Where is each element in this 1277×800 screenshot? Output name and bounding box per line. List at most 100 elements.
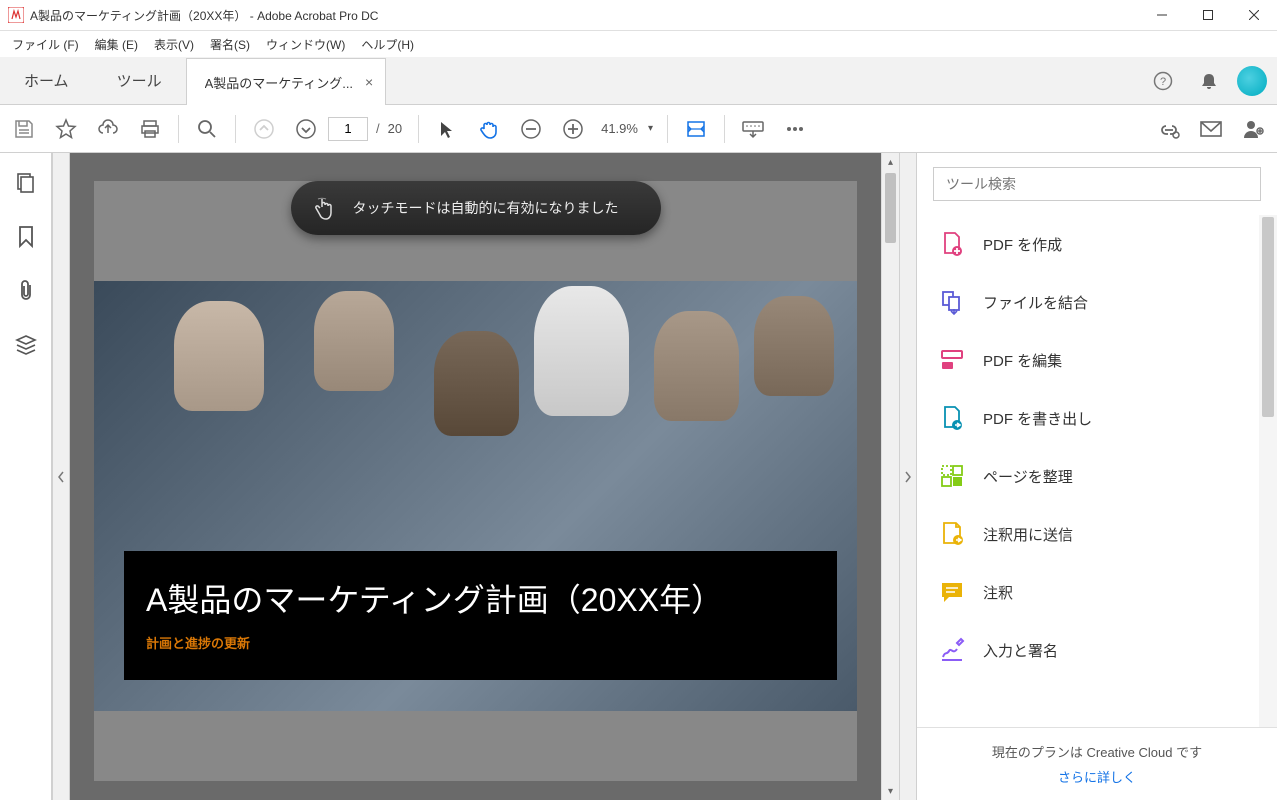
attachment-icon[interactable] (8, 273, 44, 309)
print-icon[interactable] (130, 109, 170, 149)
layers-icon[interactable] (8, 327, 44, 363)
toast-notification: タッチモードは自動的に有効になりました (291, 181, 661, 235)
tool-combine[interactable]: ファイルを結合 (917, 273, 1259, 331)
comment-icon (939, 579, 965, 605)
tool-label: 入力と署名 (983, 640, 1058, 661)
menu-view[interactable]: 表示(V) (146, 33, 202, 56)
page-number-input[interactable] (328, 117, 368, 141)
keyboard-icon[interactable] (733, 109, 773, 149)
tool-label: 注釈 (983, 582, 1013, 603)
zoom-out-icon[interactable] (511, 109, 551, 149)
window-title: A製品のマーケティング計画（20XX年） - Adobe Acrobat Pro… (30, 7, 1139, 24)
vertical-scrollbar[interactable]: ▴ ▾ (881, 153, 899, 800)
avatar[interactable] (1237, 66, 1267, 96)
export-pdf-icon (939, 405, 965, 431)
tool-fill-sign[interactable]: 入力と署名 (917, 621, 1259, 679)
page-total: 20 (388, 121, 402, 136)
close-button[interactable] (1231, 0, 1277, 31)
star-icon[interactable] (46, 109, 86, 149)
tab-document-label: A製品のマーケティング... (205, 73, 353, 92)
menu-help[interactable]: ヘルプ(H) (353, 33, 422, 56)
footer-text: 現在のプランは Creative Cloud です (927, 742, 1267, 761)
tab-document[interactable]: A製品のマーケティング... × (186, 58, 387, 105)
toolbar: / 20 41.9% ▾ (0, 105, 1277, 153)
zoom-value: 41.9% (601, 121, 638, 136)
right-collapse-handle[interactable] (899, 153, 917, 800)
minimize-button[interactable] (1139, 0, 1185, 31)
organize-icon (939, 463, 965, 489)
tool-create-pdf[interactable]: PDF を作成 (917, 215, 1259, 273)
thumbnails-icon[interactable] (8, 165, 44, 201)
select-tool-icon[interactable] (427, 109, 467, 149)
tool-organize-pages[interactable]: ページを整理 (917, 447, 1259, 505)
tab-home[interactable]: ホーム (0, 57, 93, 104)
title-bar: A製品のマーケティング計画（20XX年） - Adobe Acrobat Pro… (0, 0, 1277, 31)
caret-down-icon: ▾ (648, 123, 653, 134)
share-link-icon[interactable] (1149, 109, 1189, 149)
tool-export-pdf[interactable]: PDF を書き出し (917, 389, 1259, 447)
tool-search-input[interactable] (933, 167, 1261, 201)
document-viewer[interactable]: タッチモードは自動的に有効になりました A製品のマーケティング計画（20XX年）… (70, 153, 881, 800)
document-subtitle: 計画と進捗の更新 (146, 633, 815, 652)
tool-label: PDF を編集 (983, 350, 1062, 371)
menu-file[interactable]: ファイル (F) (4, 33, 87, 56)
tool-send-for-comments[interactable]: 注釈用に送信 (917, 505, 1259, 563)
touch-icon (313, 195, 335, 221)
bell-icon[interactable] (1191, 63, 1227, 99)
tool-comment[interactable]: 注釈 (917, 563, 1259, 621)
tool-label: ページを整理 (983, 466, 1073, 487)
svg-text:?: ? (1160, 76, 1166, 88)
document-title: A製品のマーケティング計画（20XX年） (146, 575, 815, 621)
tab-close-icon[interactable]: × (365, 74, 373, 90)
send-comments-icon (939, 521, 965, 547)
fill-sign-icon (939, 637, 965, 663)
left-sidebar (0, 153, 52, 800)
bookmark-icon[interactable] (8, 219, 44, 255)
menu-edit[interactable]: 編集 (E) (87, 33, 146, 56)
menu-sign[interactable]: 署名(S) (202, 33, 258, 56)
menu-window[interactable]: ウィンドウ(W) (258, 33, 353, 56)
window-controls (1139, 0, 1277, 31)
zoom-select[interactable]: 41.9% ▾ (595, 114, 659, 144)
hand-tool-icon[interactable] (469, 109, 509, 149)
document-page: A製品のマーケティング計画（20XX年） 計画と進捗の更新 (94, 181, 857, 781)
search-icon[interactable] (187, 109, 227, 149)
mail-icon[interactable] (1191, 109, 1231, 149)
footer-link[interactable]: さらに詳しく (927, 767, 1267, 786)
cloud-upload-icon[interactable] (88, 109, 128, 149)
scroll-up-icon[interactable]: ▴ (882, 153, 899, 171)
edit-pdf-icon (939, 347, 965, 373)
page-separator: / (376, 121, 380, 136)
save-icon[interactable] (4, 109, 44, 149)
document-title-box: A製品のマーケティング計画（20XX年） 計画と進捗の更新 (124, 551, 837, 680)
menu-bar: ファイル (F) 編集 (E) 表示(V) 署名(S) ウィンドウ(W) ヘルプ… (0, 31, 1277, 57)
more-icon[interactable] (775, 109, 815, 149)
right-panel: PDF を作成 ファイルを結合 PDF を編集 PDF を書き出し ページを整理 (917, 153, 1277, 800)
tool-label: ファイルを結合 (983, 292, 1088, 313)
combine-icon (939, 289, 965, 315)
create-pdf-icon (939, 231, 965, 257)
left-collapse-handle[interactable] (52, 153, 70, 800)
scroll-down-icon[interactable]: ▾ (882, 782, 899, 800)
fit-width-icon[interactable] (676, 109, 716, 149)
main-area: タッチモードは自動的に有効になりました A製品のマーケティング計画（20XX年）… (0, 153, 1277, 800)
zoom-in-icon[interactable] (553, 109, 593, 149)
right-panel-footer: 現在のプランは Creative Cloud です さらに詳しく (917, 727, 1277, 800)
page-up-icon[interactable] (244, 109, 284, 149)
tab-tools[interactable]: ツール (93, 57, 186, 104)
right-panel-scrollbar[interactable] (1259, 215, 1277, 727)
tool-edit-pdf[interactable]: PDF を編集 (917, 331, 1259, 389)
right-scroll-thumb[interactable] (1262, 217, 1274, 417)
app-icon (8, 7, 24, 23)
maximize-button[interactable] (1185, 0, 1231, 31)
tool-label: 注釈用に送信 (983, 524, 1073, 545)
tool-label: PDF を書き出し (983, 408, 1092, 429)
page-down-icon[interactable] (286, 109, 326, 149)
tool-list: PDF を作成 ファイルを結合 PDF を編集 PDF を書き出し ページを整理 (917, 215, 1259, 727)
tool-label: PDF を作成 (983, 234, 1062, 255)
scroll-thumb[interactable] (885, 173, 896, 243)
tab-row: ホーム ツール A製品のマーケティング... × ? (0, 57, 1277, 105)
share-person-icon[interactable] (1233, 109, 1273, 149)
toast-text: タッチモードは自動的に有効になりました (353, 198, 619, 218)
help-icon[interactable]: ? (1145, 63, 1181, 99)
